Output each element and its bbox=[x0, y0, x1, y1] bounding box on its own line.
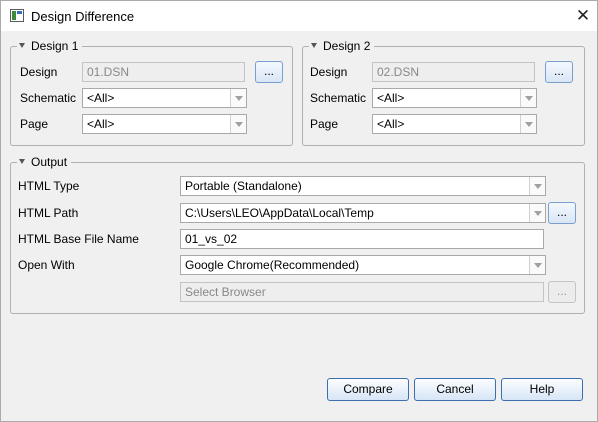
design2-schematic-value: <All> bbox=[377, 91, 405, 105]
html-type-label: HTML Type bbox=[18, 179, 80, 193]
chevron-down-icon[interactable] bbox=[520, 89, 536, 107]
html-type-value: Portable (Standalone) bbox=[185, 179, 302, 193]
design1-schematic-value: <All> bbox=[87, 91, 115, 105]
design1-schematic-label: Schematic bbox=[20, 91, 77, 105]
select-browser-browse-button: ... bbox=[548, 281, 576, 303]
html-path-select[interactable]: C:\Users\LEO\AppData\Local\Temp bbox=[180, 203, 546, 223]
design2-schematic-label: Schematic bbox=[310, 91, 367, 105]
output-legend-label: Output bbox=[31, 155, 68, 169]
html-path-value: C:\Users\LEO\AppData\Local\Temp bbox=[185, 206, 374, 220]
design-difference-dialog: Design Difference ✕ Design 1 Design 01.D… bbox=[0, 0, 598, 422]
app-icon bbox=[10, 9, 24, 22]
collapse-icon bbox=[19, 159, 25, 165]
design1-page-value: <All> bbox=[87, 117, 115, 131]
design2-schematic-select[interactable]: <All> bbox=[372, 88, 537, 108]
design2-legend[interactable]: Design 2 bbox=[309, 39, 375, 53]
select-browser-input: Select Browser bbox=[180, 282, 544, 302]
design1-page-select[interactable]: <All> bbox=[82, 114, 247, 134]
base-file-name-label: HTML Base File Name bbox=[18, 232, 139, 246]
design1-schematic-select[interactable]: <All> bbox=[82, 88, 247, 108]
design2-browse-button[interactable]: ... bbox=[545, 61, 573, 83]
chevron-down-icon[interactable] bbox=[529, 256, 545, 274]
design2-page-value: <All> bbox=[377, 117, 405, 131]
html-path-browse-button[interactable]: ... bbox=[548, 202, 576, 224]
chevron-down-icon[interactable] bbox=[230, 89, 246, 107]
open-with-select[interactable]: Google Chrome(Recommended) bbox=[180, 255, 546, 275]
chevron-down-icon[interactable] bbox=[529, 204, 545, 222]
design1-legend-label: Design 1 bbox=[31, 39, 79, 53]
window-title: Design Difference bbox=[31, 9, 135, 24]
collapse-icon bbox=[19, 43, 25, 49]
open-with-value: Google Chrome(Recommended) bbox=[185, 258, 360, 272]
close-button[interactable]: ✕ bbox=[571, 5, 595, 27]
design2-legend-label: Design 2 bbox=[323, 39, 371, 53]
chevron-down-icon[interactable] bbox=[529, 177, 545, 195]
html-type-select[interactable]: Portable (Standalone) bbox=[180, 176, 546, 196]
output-legend[interactable]: Output bbox=[17, 155, 72, 169]
chevron-down-icon[interactable] bbox=[230, 115, 246, 133]
design2-design-label: Design bbox=[310, 65, 348, 79]
cancel-button[interactable]: Cancel bbox=[414, 378, 496, 401]
chevron-down-icon[interactable] bbox=[520, 115, 536, 133]
design1-legend[interactable]: Design 1 bbox=[17, 39, 83, 53]
open-with-label: Open With bbox=[18, 258, 75, 272]
compare-button[interactable]: Compare bbox=[327, 378, 409, 401]
design2-page-select[interactable]: <All> bbox=[372, 114, 537, 134]
design1-design-label: Design bbox=[20, 65, 58, 79]
design1-browse-button[interactable]: ... bbox=[255, 61, 283, 83]
help-button[interactable]: Help bbox=[501, 378, 583, 401]
design1-design-field: 01.DSN bbox=[82, 62, 245, 82]
html-path-label: HTML Path bbox=[18, 206, 79, 220]
design2-design-field: 02.DSN bbox=[372, 62, 535, 82]
collapse-icon bbox=[311, 43, 317, 49]
base-file-name-input[interactable]: 01_vs_02 bbox=[180, 229, 544, 249]
design1-page-label: Page bbox=[20, 117, 49, 131]
design2-page-label: Page bbox=[310, 117, 339, 131]
title-bar: Design Difference ✕ bbox=[1, 1, 597, 31]
